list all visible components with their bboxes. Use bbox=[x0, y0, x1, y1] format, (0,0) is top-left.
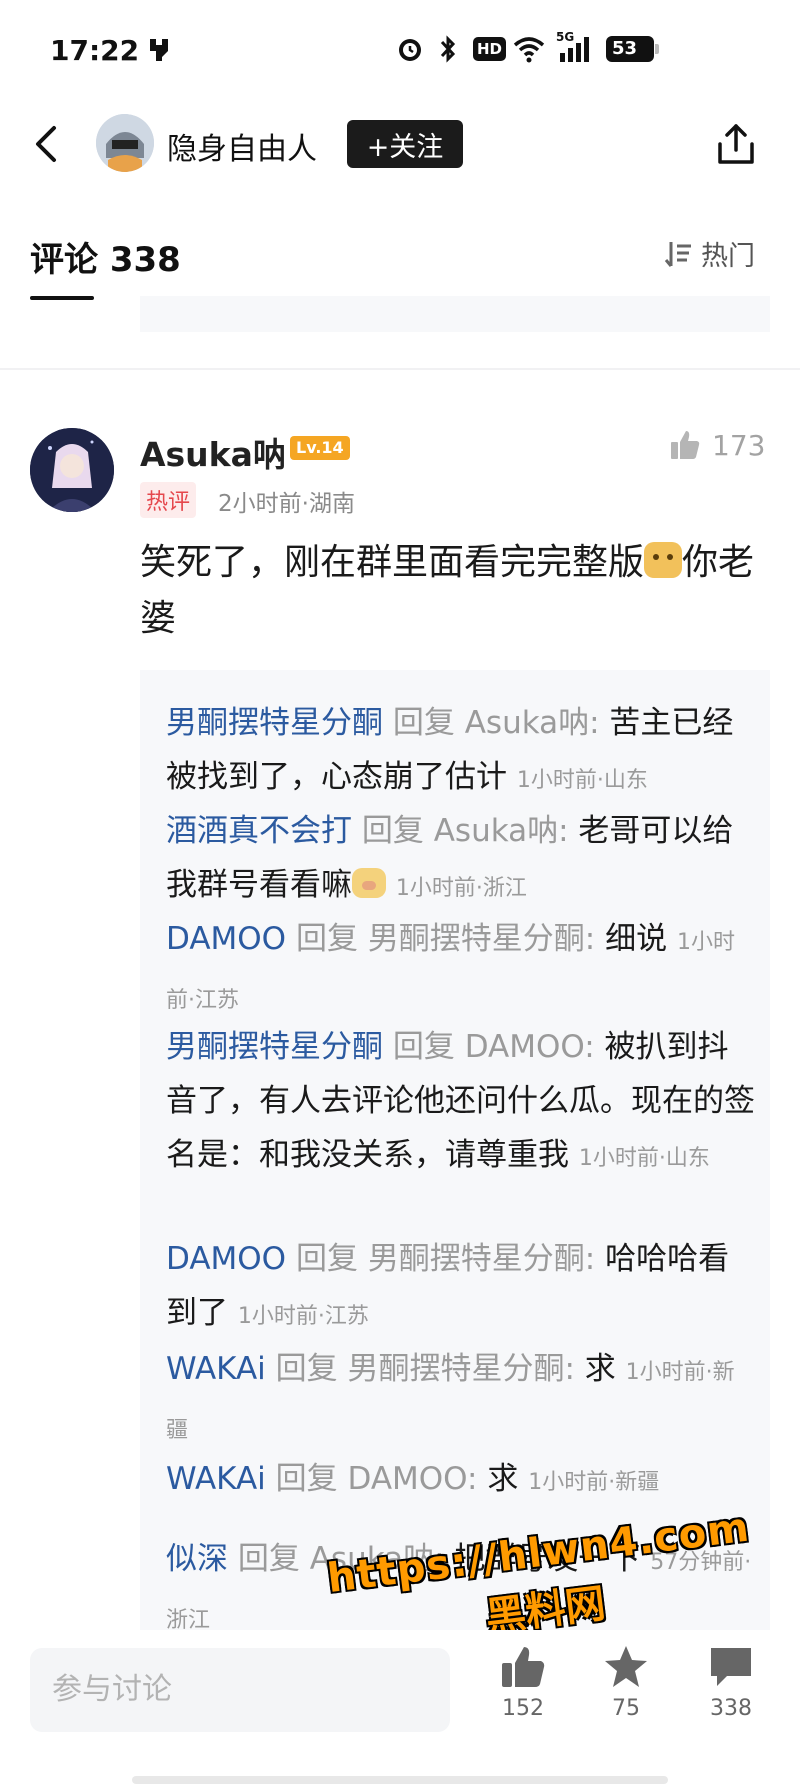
reply-author: 男酮摆特星分酮 bbox=[166, 705, 383, 741]
post-header: 隐身自由人 +关注 bbox=[0, 100, 800, 190]
reply-item[interactable]: 男酮摆特星分酮 回复 Asuka呐: 苦主已经被找到了，心态崩了估计 1小时前·… bbox=[166, 696, 756, 808]
home-indicator[interactable] bbox=[132, 1776, 668, 1784]
like-button[interactable]: 152 bbox=[483, 1644, 563, 1721]
reply-author: 男酮摆特星分酮 bbox=[166, 1029, 383, 1065]
reply-list: 男酮摆特星分酮 回复 Asuka呐: 苦主已经被找到了，心态崩了估计 1小时前·… bbox=[140, 670, 770, 1635]
collapsed-preview bbox=[140, 296, 770, 332]
reply-item[interactable]: 男酮摆特星分酮 回复 DAMOO: 被扒到抖音了，有人去评论他还问什么瓜。现在的… bbox=[166, 1020, 756, 1186]
reply-author: WAKAi bbox=[166, 1351, 266, 1387]
hd-badge: HD bbox=[473, 34, 507, 64]
cat-emoji-icon bbox=[644, 542, 683, 578]
thumb-up-icon bbox=[671, 431, 700, 459]
status-bar: 17:22 HD 5G 53 bbox=[0, 0, 800, 100]
bluetooth-icon bbox=[437, 34, 459, 64]
back-button[interactable] bbox=[26, 122, 70, 166]
wifi-icon bbox=[512, 34, 546, 64]
comment-button[interactable]: 338 bbox=[691, 1644, 771, 1721]
signal-icon: 5G bbox=[556, 30, 596, 64]
bottom-action-bar: 参与讨论 152 75 338 bbox=[0, 1630, 800, 1760]
discussion-input[interactable]: 参与讨论 bbox=[30, 1648, 450, 1732]
author-name[interactable]: 隐身自由人 bbox=[167, 124, 317, 168]
section-divider bbox=[0, 368, 800, 370]
battery-icon: 53 bbox=[606, 34, 659, 64]
favorite-count: 75 bbox=[612, 1696, 640, 1721]
sort-icon bbox=[664, 241, 691, 267]
pig-emoji-icon bbox=[352, 868, 386, 898]
reply-item[interactable]: DAMOO 回复 男酮摆特星分酮: 哈哈哈看到了 1小时前·江苏 bbox=[166, 1232, 756, 1344]
reply-item[interactable]: 酒酒真不会打 回复 Asuka呐: 老哥可以给我群号看看嘛 1小时前·浙江 bbox=[166, 804, 756, 916]
commenter-name[interactable]: Asuka呐 bbox=[140, 428, 286, 476]
comment-like-count: 173 bbox=[712, 428, 766, 462]
comment-icon bbox=[711, 1648, 751, 1686]
like-count: 152 bbox=[502, 1696, 544, 1721]
thumb-up-icon bbox=[502, 1647, 545, 1687]
reply-author: DAMOO bbox=[166, 1241, 287, 1277]
comments-title: 评论 338 bbox=[30, 240, 181, 280]
reply-author: DAMOO bbox=[166, 921, 287, 957]
author-avatar[interactable] bbox=[96, 114, 154, 172]
comment-count: 338 bbox=[710, 1696, 752, 1721]
reply-author: 似深 bbox=[166, 1541, 228, 1577]
comment-like-button[interactable]: 173 bbox=[668, 428, 765, 462]
star-icon bbox=[605, 1646, 647, 1687]
comments-header: 评论 338 热门 bbox=[0, 220, 800, 300]
comment-text[interactable]: 笑死了，刚在群里面看完完整版 你老婆 bbox=[140, 535, 770, 647]
commenter-avatar[interactable] bbox=[30, 428, 114, 512]
reply-author: WAKAi bbox=[166, 1461, 266, 1497]
reply-author: 酒酒真不会打 bbox=[166, 813, 352, 849]
follow-button[interactable]: +关注 bbox=[347, 120, 463, 168]
back-icon bbox=[36, 126, 56, 162]
share-icon bbox=[718, 124, 754, 164]
alarm-icon bbox=[395, 34, 425, 64]
tab-underline bbox=[30, 296, 94, 300]
app-notification-icon bbox=[146, 34, 172, 64]
level-badge: Lv.14 bbox=[290, 436, 350, 460]
sort-button[interactable]: 热门 bbox=[663, 234, 755, 273]
reply-item[interactable]: DAMOO 回复 男酮摆特星分酮: 细说 1小时前·江苏 bbox=[166, 912, 756, 1028]
reply-item[interactable]: WAKAi 回复 男酮摆特星分酮: 求 1小时前·新疆 bbox=[166, 1342, 756, 1458]
sort-label: 热门 bbox=[701, 241, 755, 272]
hot-comment-tag: 热评 bbox=[140, 482, 197, 518]
status-time: 17:22 bbox=[50, 34, 140, 67]
share-button[interactable] bbox=[712, 120, 760, 168]
reply-item[interactable]: WAKAi 回复 DAMOO: 求 1小时前·新疆 bbox=[166, 1452, 756, 1510]
favorite-button[interactable]: 75 bbox=[586, 1644, 666, 1721]
comment-meta: 2小时前·湖南 bbox=[218, 491, 355, 517]
